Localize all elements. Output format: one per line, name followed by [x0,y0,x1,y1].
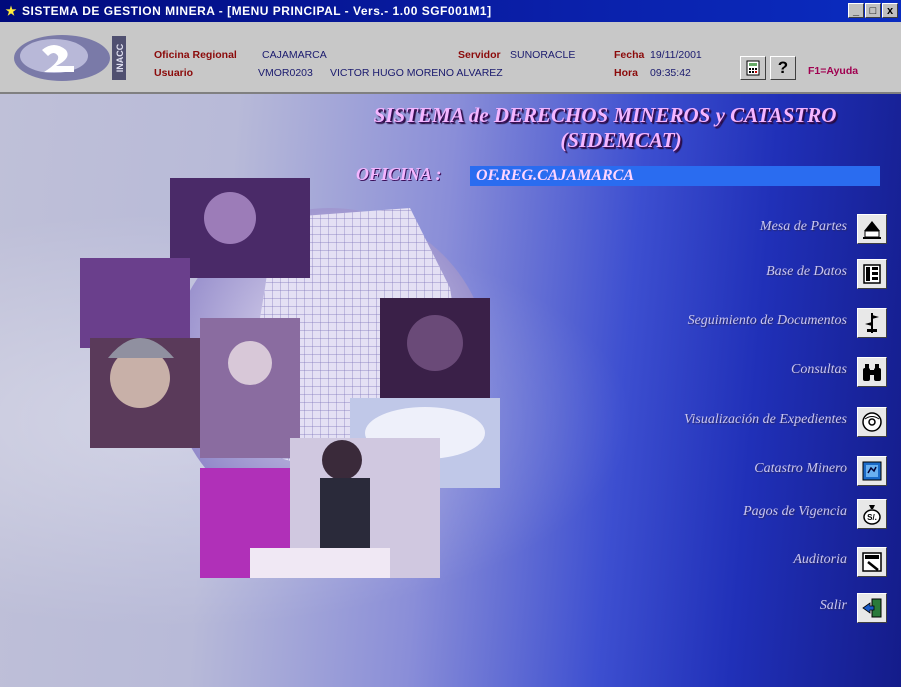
usuario-name: VICTOR HUGO MORENO ALVAREZ [330,67,503,79]
main-menu-area: SISTEMA de DERECHOS MINEROS y CATASTRO (… [0,94,901,687]
exit-door-icon [862,598,882,618]
system-acronym: (SIDEMCAT) [560,128,682,152]
pagos-button[interactable]: S/. [857,499,887,529]
menu-label: Pagos de Vigencia [743,504,847,519]
disc-icon [862,412,882,432]
fecha-label: Fecha [614,49,645,61]
app-icon: ★ [5,4,17,18]
hora-value: 09:35:42 [650,67,691,79]
servidor-label: Servidor [458,49,501,61]
map-icon [862,461,882,481]
menu-label: Salir [819,598,847,613]
menu-label: Mesa de Partes [759,219,847,234]
menu-catastro-minero[interactable]: Catastro Minero [754,461,857,477]
calculator-icon [746,60,760,76]
menu-base-de-datos[interactable]: Base de Datos [766,264,857,280]
menu-label: Seguimiento de Documentos [687,313,847,328]
menu-auditoria[interactable]: Auditoria [793,552,857,568]
menu-label: Base de Datos [766,264,847,279]
inacc-logo: INACC [14,35,126,81]
system-title: SISTEMA de DERECHOS MINEROS y CATASTRO [373,103,837,127]
minimize-button[interactable]: _ [848,3,864,18]
mining-collage-image [80,178,500,578]
oficina-regional-value: CAJAMARCA [262,49,327,61]
tracking-icon [865,313,879,333]
menu-salir[interactable]: Salir [820,598,857,614]
svg-text:INACC: INACC [115,43,125,72]
seguimiento-button[interactable] [857,308,887,338]
menu-visualizacion-de-expedientes[interactable]: Visualización de Expedientes [684,412,857,428]
menu-pagos-de-vigencia[interactable]: Pagos de Vigencia [743,504,857,520]
database-icon [863,264,881,284]
calculator-button[interactable] [740,56,766,80]
menu-consultas[interactable]: Consultas [791,362,857,378]
money-bag-icon: S/. [863,505,881,525]
maximize-button[interactable]: □ [865,3,881,18]
mesa-de-partes-button[interactable] [857,214,887,244]
window-controls: _ □ x [848,3,898,18]
svg-text:S/.: S/. [867,513,877,522]
close-button[interactable]: x [882,3,898,18]
window-titlebar: ★ SISTEMA DE GESTION MINERA - [MENU PRIN… [0,0,901,22]
catastro-button[interactable] [857,456,887,486]
help-button[interactable]: ? [770,56,796,80]
menu-mesa-de-partes[interactable]: Mesa de Partes [760,219,857,235]
oficina-regional-label: Oficina Regional [154,49,237,61]
menu-label: Consultas [790,362,847,377]
consultas-button[interactable] [857,357,887,387]
hora-label: Hora [614,67,638,79]
menu-seguimiento-de-documentos[interactable]: Seguimiento de Documentos [688,313,857,329]
audit-icon [862,552,882,572]
help-hint: F1=Ayuda [808,65,859,77]
base-de-datos-button[interactable] [857,259,887,289]
info-bar: INACC Oficina Regional CAJAMARCA Usuario… [0,22,901,94]
servidor-value: SUNORACLE [510,49,576,61]
desk-icon [863,221,881,239]
menu-label: Visualización de Expedientes [683,412,847,427]
fecha-value: 19/11/2001 [650,49,702,61]
salir-button[interactable] [857,593,887,623]
binoculars-icon [863,364,881,381]
menu-label: Catastro Minero [754,461,847,476]
usuario-code: VMOR0203 [258,67,313,79]
menu-label: Auditoria [793,552,847,567]
usuario-label: Usuario [154,67,194,79]
auditoria-button[interactable] [857,547,887,577]
window-title: SISTEMA DE GESTION MINERA - [MENU PRINCI… [22,4,492,18]
visualizacion-button[interactable] [857,407,887,437]
